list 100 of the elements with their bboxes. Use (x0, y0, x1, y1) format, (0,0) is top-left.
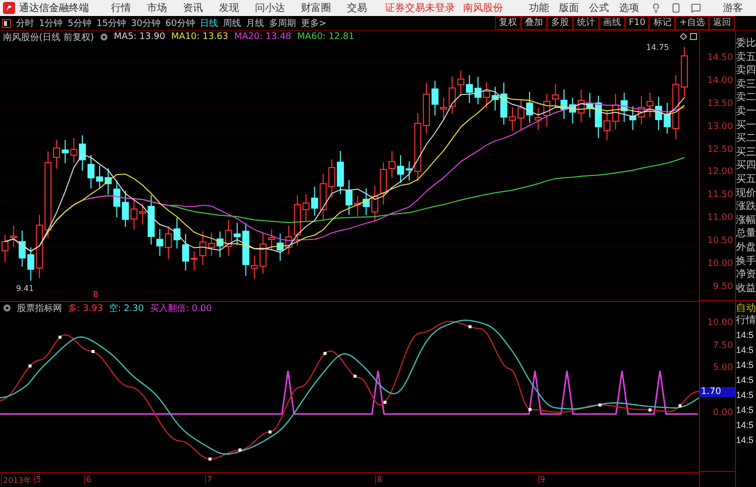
lightbulb-icon[interactable] (651, 3, 661, 13)
period-tab[interactable]: 15分钟 (96, 16, 126, 30)
tool-button[interactable]: 画线 (598, 16, 625, 30)
price-tick: 13.00 (706, 120, 734, 134)
date-label: 2013年 (1, 475, 32, 486)
ticks-title: 行情 (736, 314, 756, 328)
panel-toggle-icon[interactable] (2, 18, 11, 28)
price-tick: 10.50 (706, 235, 734, 248)
price-tick: 11.50 (706, 189, 734, 202)
indicator-value: 空: 2.30 (108, 302, 144, 314)
tool-button[interactable]: 多股 (546, 16, 573, 30)
chat-icon[interactable] (691, 3, 701, 13)
date-label: 7 (205, 475, 212, 484)
indicator-tick: 10.00 (707, 318, 733, 328)
chart-title: 南风股份(日线 前复权) (3, 32, 94, 44)
tool-button[interactable]: 复权 (494, 16, 521, 30)
period-tab[interactable]: 多周期 (268, 16, 296, 30)
quote-label: 买二 (736, 132, 756, 146)
price-tick: 12.00 (706, 166, 734, 180)
ma-label: MA60: 12.81 (297, 32, 354, 42)
quote-label: 买五 (736, 172, 756, 187)
quote-label: 买三 (736, 146, 756, 160)
quote-label: 总量 (736, 227, 756, 241)
price-tick: 12.50 (706, 144, 734, 157)
ma-label: MA20: 13.48 (234, 32, 292, 42)
indicator-value: 多: 3.93 (68, 302, 103, 314)
price-tick: 14.00 (706, 74, 734, 88)
quote-label: 卖一 (736, 104, 756, 119)
menu-item[interactable]: 版面 (559, 1, 579, 15)
quote-label: 卖五 (736, 50, 756, 64)
price-tick: 9.50 (712, 280, 734, 294)
user-label[interactable]: 游客 (723, 1, 743, 15)
quote-label: 涨幅 (736, 214, 756, 228)
menu-item[interactable]: 行情 (111, 1, 131, 15)
trade-time: 14:5 (736, 418, 755, 432)
quote-label: 卖四 (736, 64, 756, 78)
indicator-tick: 0.00 (712, 408, 733, 418)
quote-label: 买四 (736, 159, 756, 173)
ma-label: MA10: 13.63 (171, 32, 228, 42)
price-tick: 14.50 (706, 52, 734, 65)
tool-button[interactable]: 叠加 (520, 16, 547, 30)
date-label: 5 (34, 475, 42, 484)
quote-label: 净资 (736, 268, 756, 282)
window-icon[interactable] (690, 33, 697, 40)
period-tab[interactable]: 日线 (200, 16, 218, 30)
indicator-tick: 5.00 (712, 363, 733, 373)
menu-item[interactable]: 公式 (589, 1, 609, 15)
current-value-label: 1.70 (700, 387, 735, 397)
menu-item[interactable]: 财富圈 (301, 1, 331, 15)
app-title: 通达信金融终端 (19, 2, 89, 15)
trade-time: 14:5 (736, 328, 755, 342)
tool-button[interactable]: 返回 (709, 16, 735, 30)
quote-label: 买一 (736, 118, 756, 132)
indicator-tick: 7.50 (712, 340, 733, 350)
menu-item[interactable]: 功能 (529, 1, 549, 15)
menu-item[interactable]: 选项 (619, 1, 639, 15)
period-tab[interactable]: 月线 (246, 16, 264, 30)
menu-item[interactable]: 问小达 (255, 1, 285, 15)
period-tab[interactable]: 30分钟 (130, 16, 160, 30)
auto-label[interactable]: 自动 (736, 301, 756, 314)
period-tab[interactable]: 1分钟 (39, 16, 63, 30)
price-tick: 11.00 (706, 212, 734, 226)
date-label: 8 (375, 475, 382, 484)
quote-label: 涨跌 (736, 200, 756, 214)
tool-button[interactable]: F10 (624, 16, 650, 30)
date-label: 9 (538, 475, 546, 484)
menu-item[interactable]: 发现 (219, 1, 239, 15)
menu-item[interactable]: 市场 (147, 1, 167, 15)
period-tab[interactable]: 60分钟 (165, 16, 195, 30)
trade-time: 14:5 (736, 358, 755, 372)
ma-label: MA5: 13.90 (114, 32, 166, 42)
trade-time: 14:5 (736, 404, 755, 417)
trade-time: 14:5 (736, 434, 755, 447)
quote-label: 委比 (736, 37, 756, 51)
menu-item[interactable]: 资讯 (183, 1, 203, 15)
tool-button[interactable]: +自选 (675, 16, 709, 30)
low-price-label: 9.41 (16, 284, 34, 293)
quote-label: 收益 (736, 282, 756, 296)
buy-marker: B (93, 290, 98, 299)
quote-label: 卖二 (736, 91, 756, 105)
quote-label: 现价 (736, 186, 756, 200)
app-logo-icon (3, 2, 15, 14)
tool-button[interactable]: 标记 (649, 16, 676, 30)
login-notice: 证券交易未登录 (385, 2, 455, 15)
period-tab[interactable]: 5分钟 (68, 16, 92, 30)
diamond-icon[interactable] (680, 33, 687, 40)
trade-time: 14:5 (736, 374, 755, 387)
quote-label: 换手 (736, 254, 756, 268)
stock-link[interactable]: 南风股份 (463, 1, 503, 15)
phone-icon[interactable] (671, 3, 681, 13)
price-tick: 13.50 (706, 98, 734, 111)
period-tab[interactable]: 周线 (222, 16, 241, 30)
date-label: 6 (84, 475, 92, 484)
quote-label: 外盘 (736, 240, 756, 254)
menu-item[interactable]: 交易 (347, 1, 367, 15)
tool-button[interactable]: 统计 (572, 16, 599, 30)
indicator-title: 股票指标网 (17, 302, 62, 314)
period-tab[interactable]: 分时 (16, 16, 34, 30)
high-price-label: 14.75 (646, 43, 669, 52)
period-tab[interactable]: 更多> (300, 16, 326, 30)
